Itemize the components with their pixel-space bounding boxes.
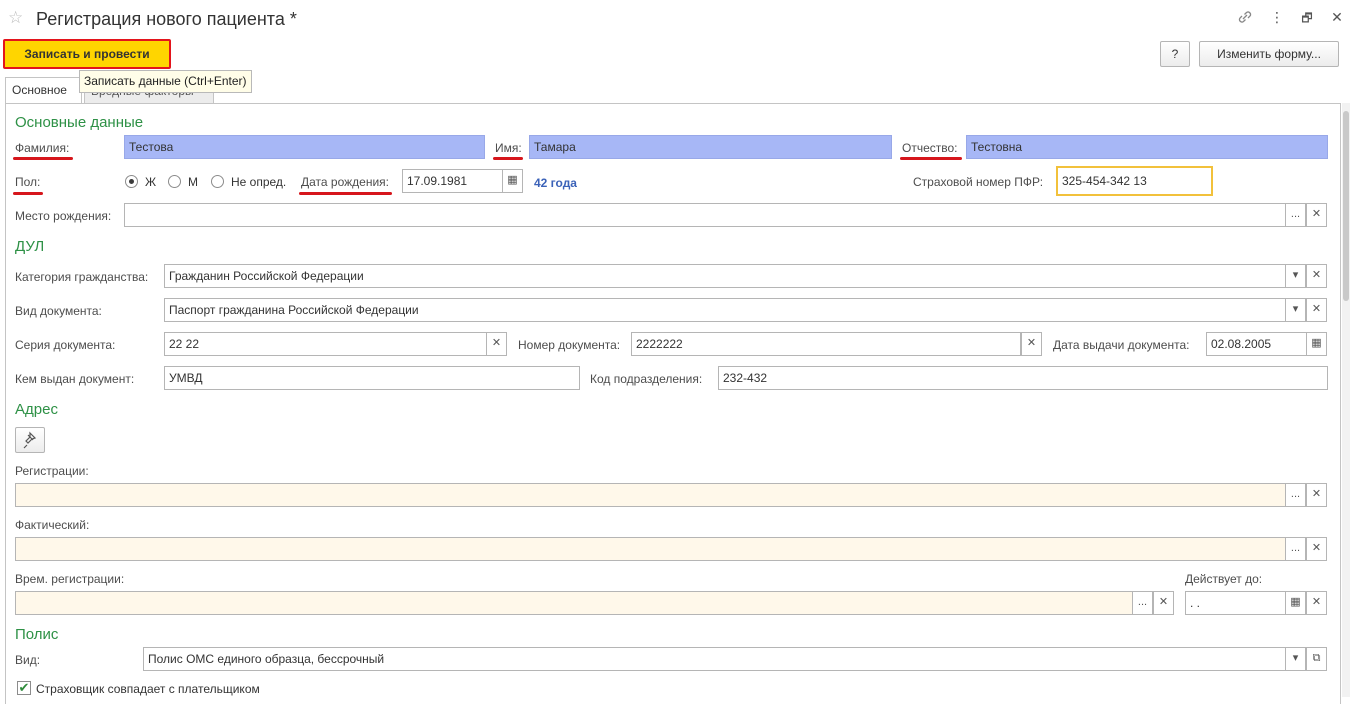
- gender-option-undefined: Не опред.: [231, 175, 287, 189]
- select-ellipsis-button[interactable]: ...: [1285, 203, 1306, 227]
- pin-icon: [23, 431, 37, 449]
- dept-code-input[interactable]: 232-432: [718, 366, 1328, 390]
- chevron-down-icon[interactable]: ▾: [1285, 298, 1306, 322]
- snils-label: Страховой номер ПФР:: [913, 175, 1044, 189]
- pin-button[interactable]: [15, 427, 45, 453]
- patronymic-underline: [900, 157, 962, 160]
- clear-icon[interactable]: ✕: [1306, 537, 1327, 561]
- favorite-star-icon[interactable]: ☆: [8, 8, 23, 28]
- citizenship-select[interactable]: Гражданин Российской Федерации: [164, 264, 1286, 288]
- series-label: Серия документа:: [15, 338, 116, 352]
- link-icon[interactable]: [1236, 9, 1254, 28]
- clear-icon[interactable]: ✕: [1021, 332, 1042, 356]
- section-address: Адрес: [15, 401, 58, 418]
- doctype-select[interactable]: Паспорт гражданина Российской Федерации: [164, 298, 1286, 322]
- series-input[interactable]: 22 22: [164, 332, 487, 356]
- surname-label: Фамилия:: [15, 141, 70, 155]
- birthplace-input[interactable]: [124, 203, 1286, 227]
- clear-icon[interactable]: ✕: [1153, 591, 1174, 615]
- gender-radio-f[interactable]: [125, 175, 138, 188]
- issued-by-input[interactable]: УМВД: [164, 366, 580, 390]
- clear-icon[interactable]: ✕: [1306, 483, 1327, 507]
- dept-code-label: Код подразделения:: [590, 372, 703, 386]
- snils-input[interactable]: 325-454-342 13: [1056, 166, 1213, 196]
- clear-icon[interactable]: ✕: [486, 332, 507, 356]
- insurer-same-checkbox[interactable]: ✔: [17, 681, 31, 695]
- open-icon[interactable]: ⧉: [1306, 647, 1327, 671]
- number-label: Номер документа:: [518, 338, 621, 352]
- birthplace-label: Место рождения:: [15, 209, 112, 223]
- section-policy: Полис: [15, 626, 59, 643]
- birthdate-input[interactable]: 17.09.1981: [402, 169, 503, 193]
- more-vertical-icon[interactable]: ⋮: [1268, 9, 1286, 26]
- name-underline: [493, 157, 523, 160]
- restore-window-icon[interactable]: 🗗: [1298, 9, 1316, 30]
- issue-date-input[interactable]: 02.08.2005: [1206, 332, 1307, 356]
- gender-underline: [13, 192, 43, 195]
- clear-icon[interactable]: ✕: [1306, 203, 1327, 227]
- surname-underline: [13, 157, 73, 160]
- calendar-icon[interactable]: ▦: [1306, 332, 1327, 356]
- select-ellipsis-button[interactable]: ...: [1132, 591, 1153, 615]
- registration-label: Регистрации:: [15, 464, 89, 478]
- surname-input[interactable]: Тестова: [124, 135, 485, 159]
- actual-address-input[interactable]: [15, 537, 1286, 561]
- patronymic-input[interactable]: Тестовна: [966, 135, 1328, 159]
- doctype-label: Вид документа:: [15, 304, 102, 318]
- form-title: Регистрация нового пациента *: [36, 9, 297, 29]
- scrollbar-thumb[interactable]: [1343, 111, 1349, 301]
- age-text: 42 года: [534, 176, 577, 190]
- issue-date-label: Дата выдачи документа:: [1053, 338, 1190, 352]
- valid-until-label: Действует до:: [1185, 572, 1263, 586]
- patronymic-label: Отчество:: [902, 141, 958, 155]
- valid-until-input[interactable]: . .: [1185, 591, 1286, 615]
- close-icon[interactable]: ✕: [1328, 9, 1346, 26]
- actual-address-label: Фактический:: [15, 518, 90, 532]
- select-ellipsis-button[interactable]: ...: [1285, 483, 1306, 507]
- section-main-data: Основные данные: [15, 114, 144, 131]
- citizenship-label: Категория гражданства:: [15, 270, 149, 284]
- birthdate-underline: [299, 192, 392, 195]
- clear-icon[interactable]: ✕: [1306, 591, 1327, 615]
- section-dul: ДУЛ: [15, 238, 45, 255]
- gender-option-m: М: [188, 175, 198, 189]
- gender-radio-undefined[interactable]: [211, 175, 224, 188]
- calendar-icon[interactable]: ▦: [502, 169, 523, 193]
- policy-type-select[interactable]: Полис ОМС единого образца, бессрочный: [143, 647, 1286, 671]
- tooltip: Записать данные (Ctrl+Enter): [79, 70, 252, 93]
- issued-by-label: Кем выдан документ:: [15, 372, 135, 386]
- clear-icon[interactable]: ✕: [1306, 264, 1327, 288]
- save-and-post-button[interactable]: Записать и провести: [3, 39, 171, 69]
- registration-address-input[interactable]: [15, 483, 1286, 507]
- insurer-same-label: Страховщик совпадает с плательщиком: [36, 682, 260, 696]
- select-ellipsis-button[interactable]: ...: [1285, 537, 1306, 561]
- chevron-down-icon[interactable]: ▾: [1285, 647, 1306, 671]
- chevron-down-icon[interactable]: ▾: [1285, 264, 1306, 288]
- temp-registration-input[interactable]: [15, 591, 1133, 615]
- gender-option-f: Ж: [145, 175, 157, 189]
- gender-label: Пол:: [15, 175, 41, 189]
- change-form-button[interactable]: Изменить форму...: [1199, 41, 1339, 67]
- help-button[interactable]: ?: [1160, 41, 1190, 67]
- gender-radio-m[interactable]: [168, 175, 181, 188]
- temp-registration-label: Врем. регистрации:: [15, 572, 125, 586]
- clear-icon[interactable]: ✕: [1306, 298, 1327, 322]
- name-input[interactable]: Тамара: [529, 135, 892, 159]
- number-input[interactable]: 2222222: [631, 332, 1021, 356]
- name-label: Имя:: [495, 141, 522, 155]
- tab-main[interactable]: Основное: [5, 77, 82, 103]
- vertical-scrollbar[interactable]: [1342, 103, 1350, 697]
- policy-type-label: Вид:: [15, 653, 41, 667]
- birthdate-label: Дата рождения:: [301, 175, 389, 189]
- calendar-icon[interactable]: ▦: [1285, 591, 1306, 615]
